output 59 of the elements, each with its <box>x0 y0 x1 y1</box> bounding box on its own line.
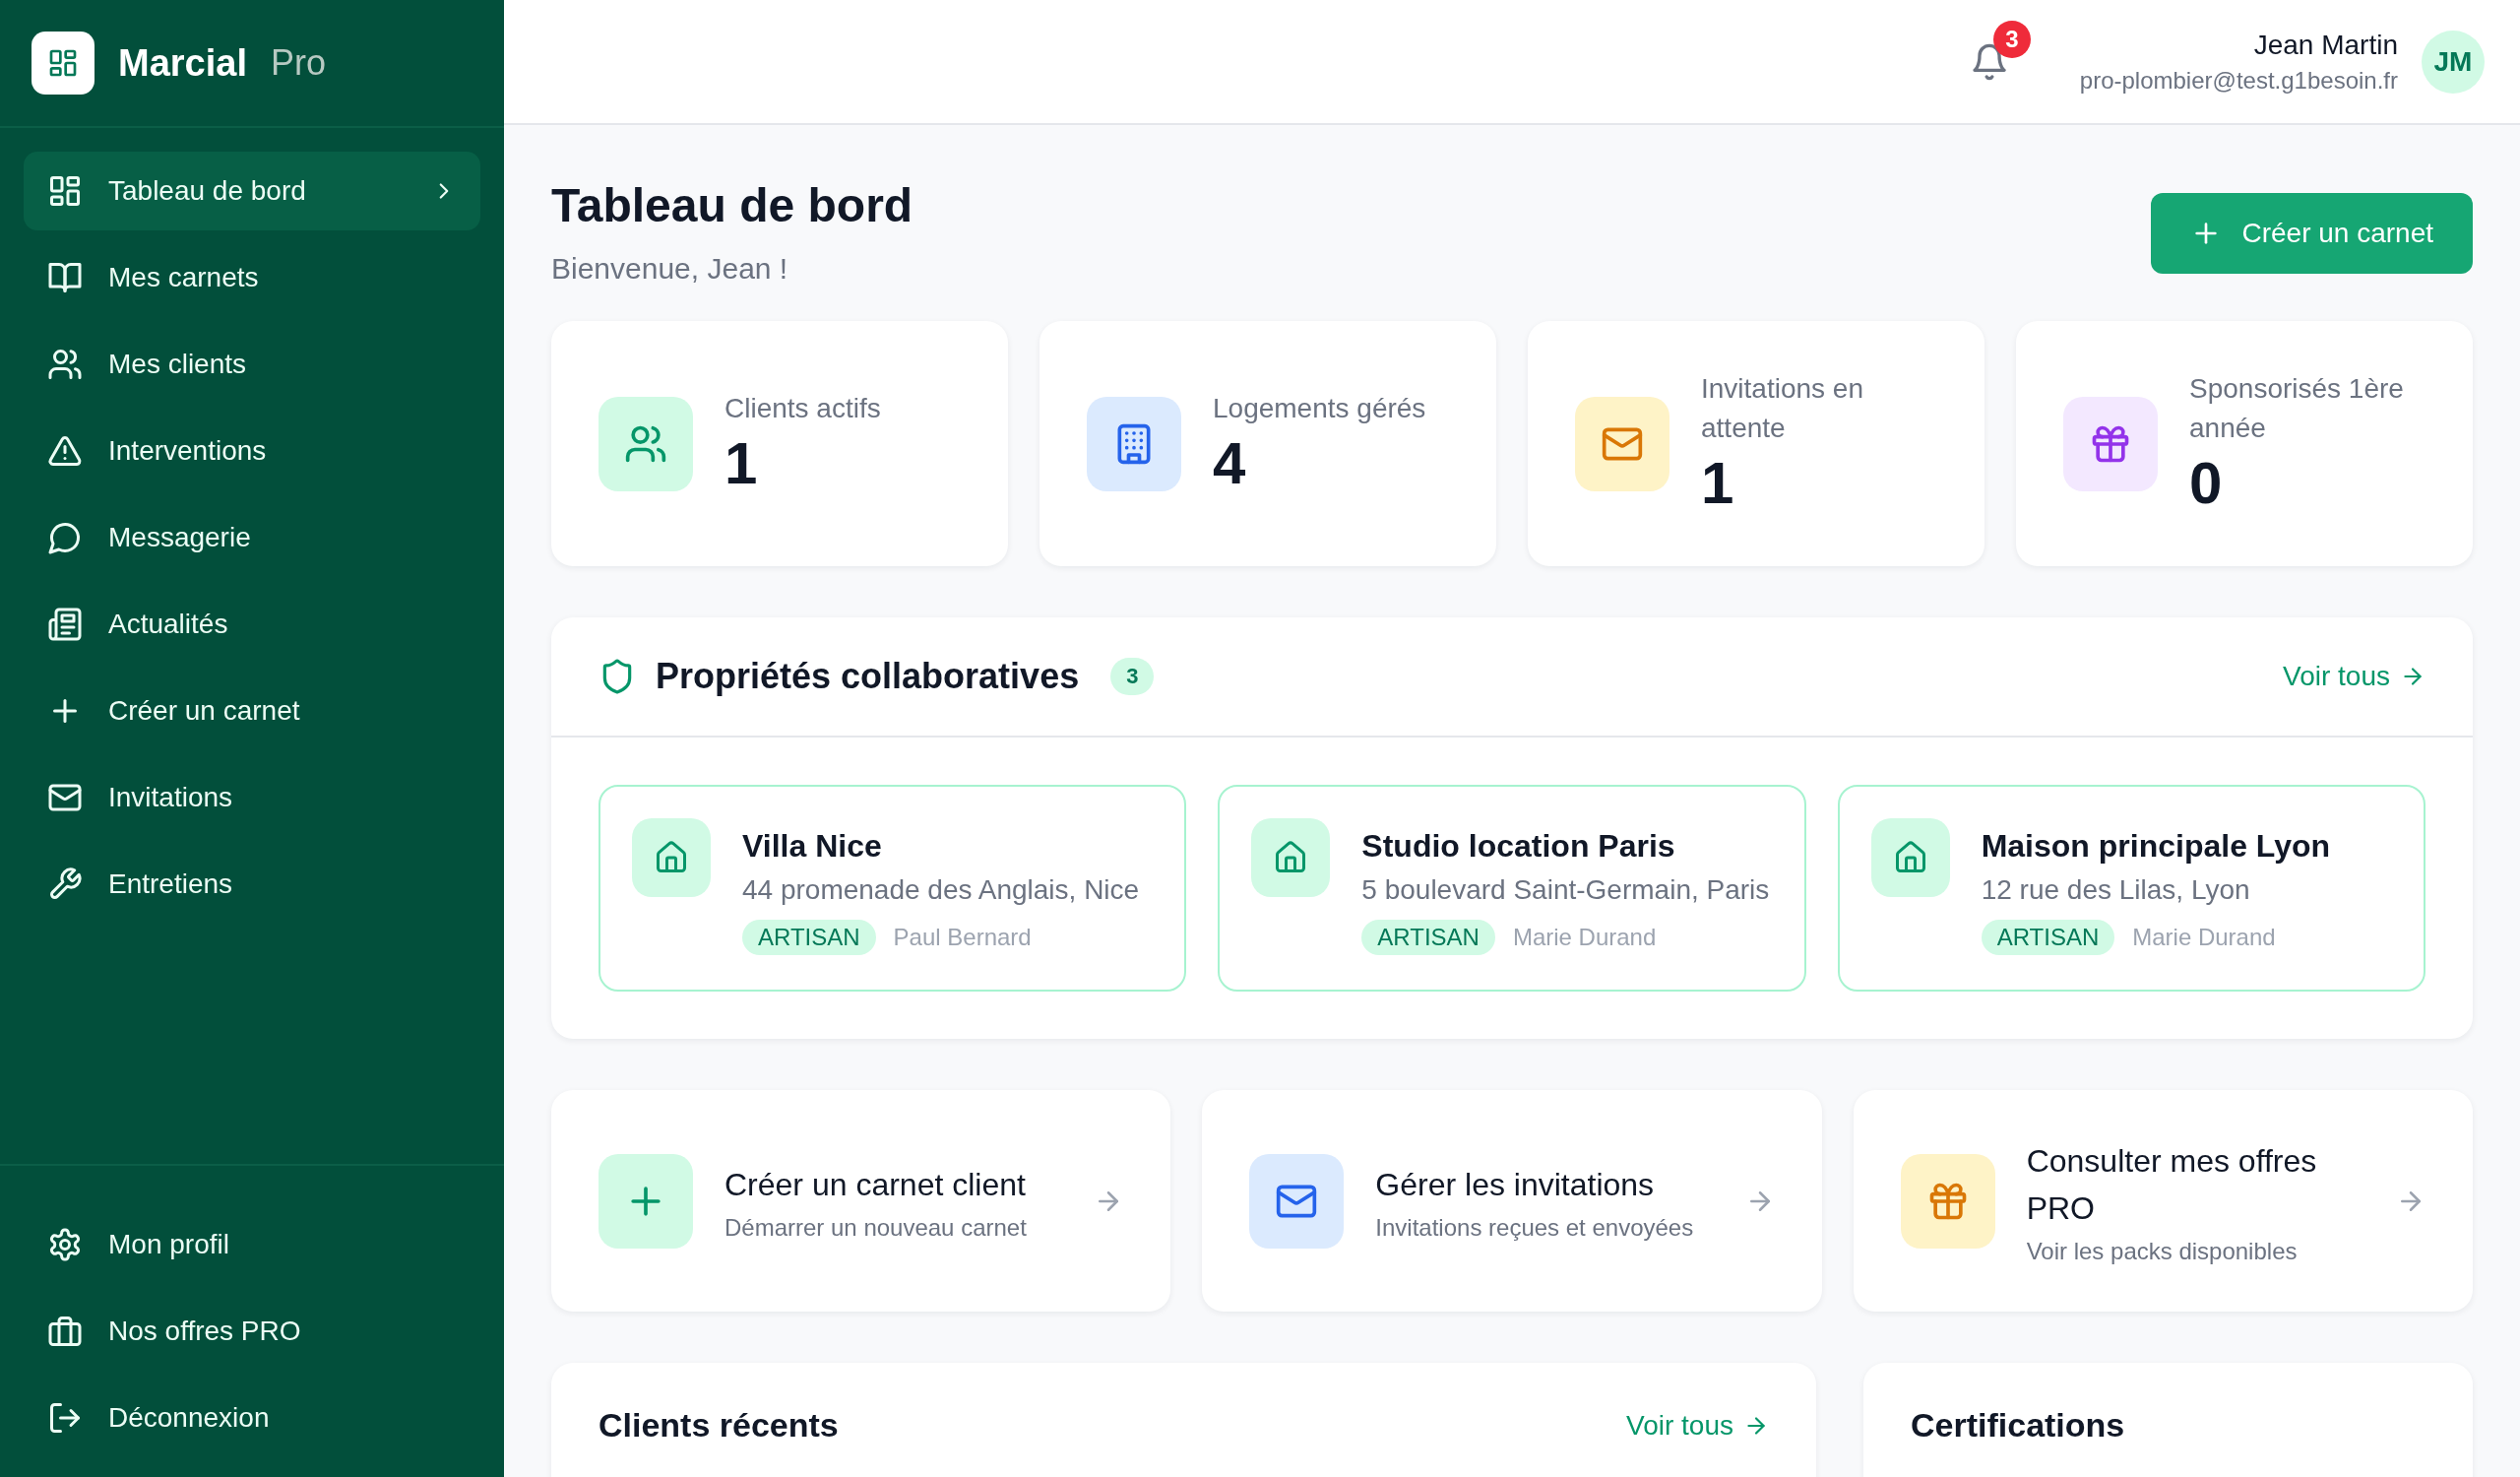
property-name: Maison principale Lyon <box>1981 828 2331 865</box>
person-name: Paul Bernard <box>893 924 1032 951</box>
brand-name: Marcial <box>118 41 247 85</box>
action-subtitle: Invitations reçues et envoyées <box>1375 1213 1695 1242</box>
panel-title: Clients récents <box>598 1406 839 1445</box>
nav-item[interactable]: Mon profil <box>24 1205 480 1284</box>
property-card[interactable]: Maison principale Lyon 12 rue des Lilas, Lyon ARTISAN Marie Durand <box>1837 785 2426 992</box>
notifications-button[interactable]: 3 <box>1969 20 2031 82</box>
action-card[interactable]: Créer un carnet client Démarrer un nouveau carnet <box>551 1090 1171 1312</box>
role-tag: ARTISAN <box>1981 920 2115 955</box>
nav-item[interactable]: Tableau de bord <box>24 152 480 230</box>
action-card[interactable]: Consulter mes offres PRO Voir les packs disponibles <box>1853 1090 2473 1312</box>
nav-item[interactable]: Interventions <box>24 412 480 490</box>
person-name: Marie Durand <box>1512 924 1657 951</box>
property-address: 12 rue des Lilas, Lyon <box>1981 874 2251 906</box>
notification-badge: 3 <box>1992 20 2031 58</box>
stat-value: 0 <box>2189 448 2224 518</box>
action-subtitle: Démarrer un nouveau carnet <box>724 1213 1028 1242</box>
property-address: 44 promenade des Anglais, Nice <box>742 874 1140 906</box>
person-name: Marie Durand <box>2132 924 2276 951</box>
nav-item[interactable]: Mes clients <box>24 325 480 404</box>
property-card[interactable]: Studio location Paris 5 boulevard Saint-Germain, Paris ARTISAN Marie Durand <box>1218 785 1806 992</box>
nav-item[interactable]: Mes carnets <box>24 238 480 317</box>
property-name: Villa Nice <box>742 828 883 865</box>
nav-item[interactable]: Messagerie <box>24 498 480 577</box>
user-name: Jean Martin <box>2252 29 2398 61</box>
avatar[interactable]: JM <box>2422 30 2485 94</box>
role-tag: ARTISAN <box>1361 920 1495 955</box>
panel-title: Certifications <box>1911 1406 2125 1445</box>
page-title: Tableau de bord <box>551 178 914 232</box>
stat-value: 1 <box>724 428 759 498</box>
panel-title: Propriétés collaboratives <box>656 656 1080 697</box>
nav-item[interactable]: Actualités <box>24 585 480 664</box>
property-card[interactable]: Villa Nice 44 promenade des Anglais, Nice ARTISAN Paul Bernard <box>598 785 1187 992</box>
nav-item[interactable]: Créer un carnet <box>24 672 480 750</box>
stat-value: 1 <box>1701 448 1735 518</box>
page-subtitle: Bienvenue, Jean ! <box>551 252 789 286</box>
stat-label: Sponsorisés 1ère année <box>2189 371 2405 445</box>
stat-label: Invitations en attente <box>1701 371 1864 445</box>
property-name: Studio location Paris <box>1361 828 1676 865</box>
nav-item[interactable]: Déconnexion <box>24 1379 480 1457</box>
action-title: Consulter mes offres PRO <box>2026 1141 2318 1228</box>
property-address: 5 boulevard Saint-Germain, Paris <box>1361 874 1770 906</box>
user-email: pro-plombier@test.g1besoin.fr <box>2079 66 2398 95</box>
count-badge: 3 <box>1110 658 1155 695</box>
nav-item[interactable]: Nos offres PRO <box>24 1292 480 1371</box>
nav-item[interactable]: Invitations <box>24 758 480 837</box>
role-tag: ARTISAN <box>742 920 876 955</box>
brand-suffix: Pro <box>270 42 326 84</box>
stat-value: 4 <box>1213 428 1247 498</box>
see-all-link[interactable]: Voir tous <box>1626 1409 1769 1442</box>
see-all-link[interactable]: Voir tous <box>2283 661 2426 692</box>
nav-item[interactable]: Entretiens <box>24 845 480 924</box>
stat-label: Clients actifs <box>724 391 881 425</box>
action-subtitle: Voir les packs disponibles <box>2026 1237 2299 1265</box>
stat-label: Logements gérés <box>1213 391 1426 425</box>
action-title: Gérer les invitations <box>1375 1165 1656 1204</box>
action-title: Créer un carnet client <box>724 1165 1027 1204</box>
action-card[interactable]: Gérer les invitations Invitations reçues et envoyées <box>1202 1090 1822 1312</box>
